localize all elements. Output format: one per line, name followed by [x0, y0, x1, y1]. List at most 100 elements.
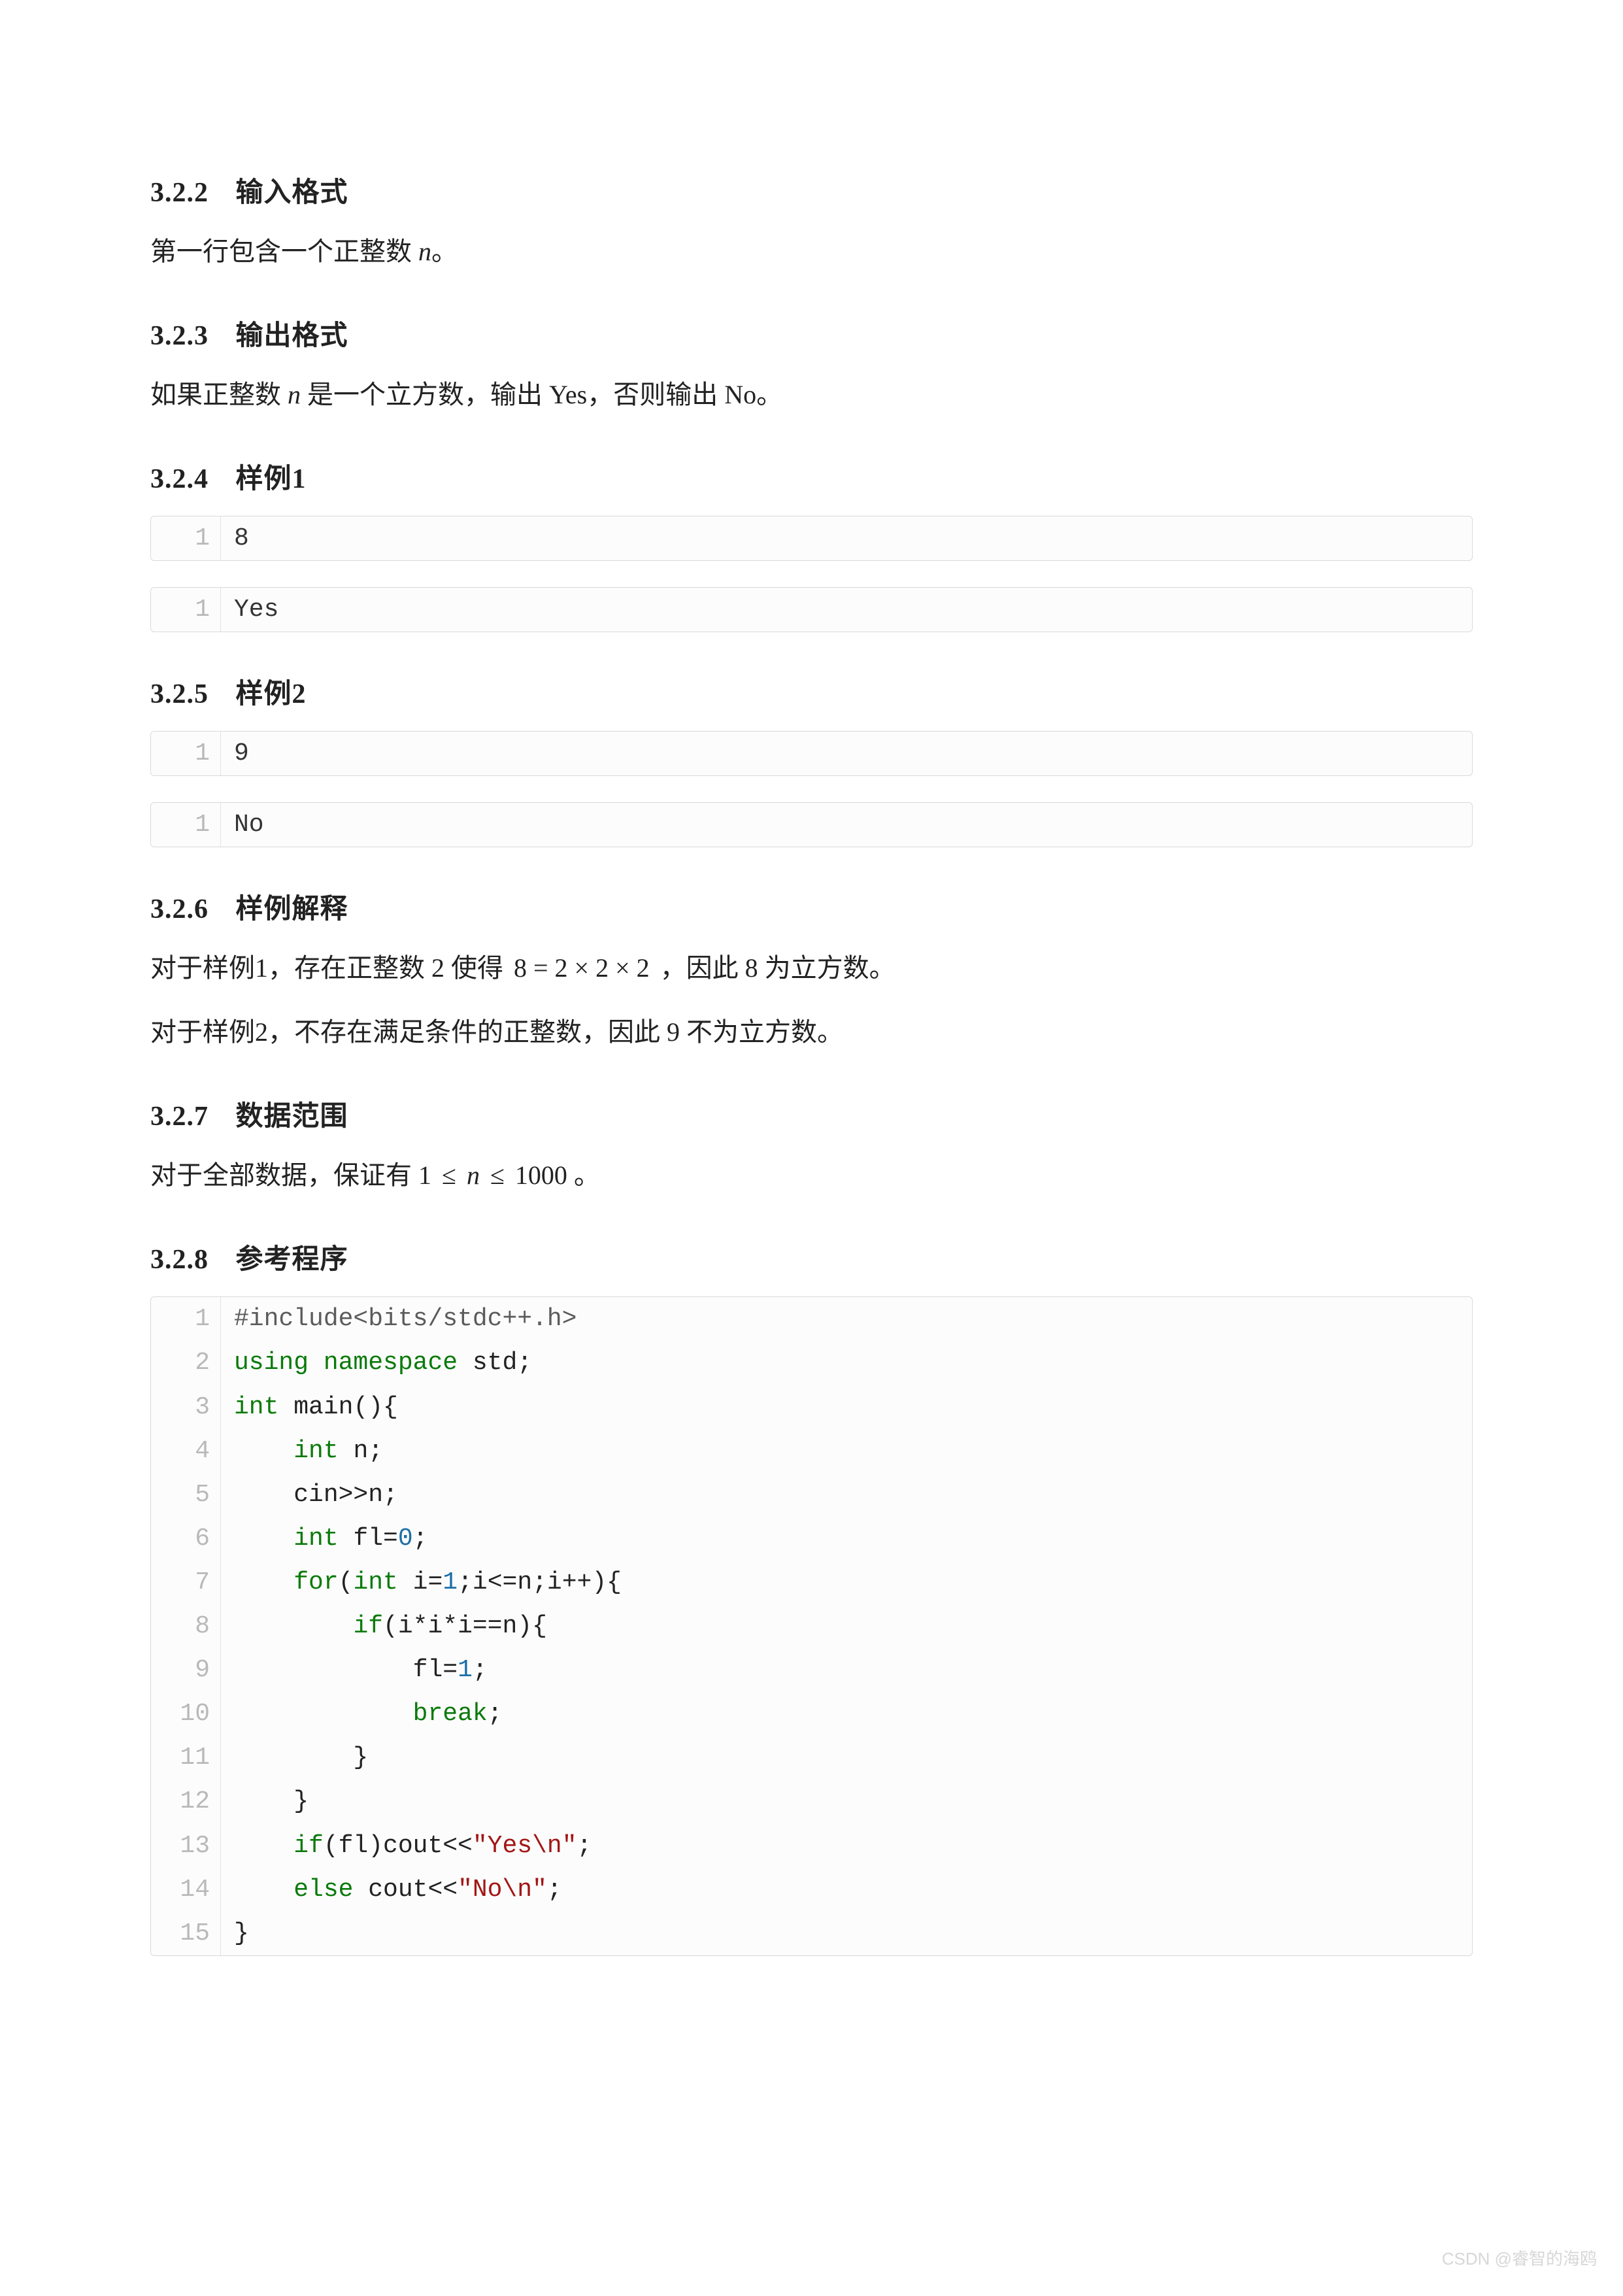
line-number: 8 — [151, 1604, 221, 1648]
line-number: 15 — [151, 1912, 221, 1955]
example1-output-block: 1 Yes — [150, 587, 1473, 632]
token: cout<< — [368, 1876, 458, 1904]
token: ; — [517, 1349, 532, 1377]
code-text: int n; — [221, 1429, 396, 1473]
token: else — [293, 1876, 368, 1904]
heading-number: 3.2.2 — [150, 178, 209, 208]
code-row: 14 else cout<<"No\n"; — [151, 1868, 1472, 1912]
line-number: 2 — [151, 1341, 221, 1385]
token: int — [293, 1437, 353, 1465]
token: ; — [577, 1832, 592, 1860]
code-text: 9 — [221, 732, 262, 775]
token: "No\n" — [458, 1876, 547, 1904]
code-row: 13 if(fl)cout<<"Yes\n"; — [151, 1824, 1472, 1868]
code-text: if(i*i*i==n){ — [221, 1604, 560, 1648]
paragraph-explanation-2: 对于样例2，不存在满足条件的正整数，因此 9 不为立方数。 — [150, 1010, 1473, 1055]
reference-program-block: 1#include<bits/stdc++.h>2using namespace… — [150, 1296, 1473, 1955]
line-number: 5 — [151, 1473, 221, 1517]
code-row: 8 if(i*i*i==n){ — [151, 1604, 1472, 1648]
token: ; — [473, 1656, 488, 1684]
heading-number: 3.2.6 — [150, 894, 209, 924]
token: = — [427, 1568, 443, 1596]
line-number: 9 — [151, 1648, 221, 1692]
code-text: } — [221, 1736, 381, 1780]
code-text: int fl=0; — [221, 1517, 441, 1561]
token: = — [383, 1525, 398, 1553]
example2-input-block: 1 9 — [150, 731, 1473, 776]
watermark: CSDN @睿智的海鸥 — [1442, 2246, 1597, 2270]
token — [234, 1525, 293, 1553]
code-text: if(fl)cout<<"Yes\n"; — [221, 1824, 605, 1868]
line-number: 1 — [151, 516, 221, 560]
line-number: 14 — [151, 1868, 221, 1912]
text-fragment: 对于样例1，存在正整数 2 使得 — [150, 953, 510, 983]
code-text: #include<bits/stdc++.h> — [221, 1297, 590, 1341]
code-row: 6 int fl=0; — [151, 1517, 1472, 1561]
code-row: 4 int n; — [151, 1429, 1472, 1473]
token: ; — [488, 1700, 503, 1728]
text-fragment: 是一个立方数，输出 Yes，否则输出 No。 — [301, 380, 782, 409]
text-fragment: ，因此 8 为立方数。 — [660, 953, 895, 983]
heading-3-2-8: 3.2.8 参考程序 — [150, 1237, 1473, 1277]
token: int — [234, 1393, 293, 1421]
line-number: 11 — [151, 1736, 221, 1780]
line-number: 1 — [151, 588, 221, 632]
heading-title: 输出格式 — [236, 321, 348, 351]
token: for — [293, 1568, 338, 1596]
heading-title: 样例解释 — [236, 894, 348, 924]
token — [234, 1612, 353, 1640]
heading-3-2-2: 3.2.2 输入格式 — [150, 170, 1473, 210]
code-row: 3int main(){ — [151, 1385, 1472, 1429]
code-row: 1 No — [151, 803, 1472, 847]
token: } — [234, 1919, 249, 1948]
token: namespace — [324, 1349, 473, 1377]
token: int — [293, 1525, 353, 1553]
line-number: 6 — [151, 1517, 221, 1561]
code-row: 10 break; — [151, 1692, 1472, 1736]
heading-3-2-5: 3.2.5 样例2 — [150, 671, 1473, 711]
token: std — [473, 1349, 517, 1377]
code-text: int main(){ — [221, 1385, 411, 1429]
heading-3-2-3: 3.2.3 输出格式 — [150, 313, 1473, 353]
token — [234, 1832, 293, 1860]
code-text: Yes — [221, 588, 292, 632]
token: fl — [353, 1525, 383, 1553]
math-expression: 1 ≤ n ≤ 1000 — [418, 1160, 567, 1190]
code-text: } — [221, 1912, 262, 1955]
text-fragment: 对于全部数据，保证有 — [150, 1160, 418, 1190]
paragraph-explanation-1: 对于样例1，存在正整数 2 使得 8 = 2 × 2 × 2 ，因此 8 为立方… — [150, 946, 1473, 990]
line-number: 10 — [151, 1692, 221, 1736]
example1-input-block: 1 8 — [150, 516, 1473, 561]
token: i — [413, 1568, 428, 1596]
token: (){ — [353, 1393, 397, 1421]
token: } — [234, 1744, 368, 1772]
line-number: 1 — [151, 732, 221, 775]
heading-3-2-4: 3.2.4 样例1 — [150, 456, 1473, 496]
heading-title: 样例2 — [236, 679, 307, 709]
paragraph-input-format: 第一行包含一个正整数 n。 — [150, 229, 1473, 274]
text-fragment: 如果正整数 — [150, 380, 288, 409]
heading-3-2-7: 3.2.7 数据范围 — [150, 1094, 1473, 1134]
code-row: 1 #include<bits/stdc++.h> — [151, 1297, 1472, 1341]
line-number: 3 — [151, 1385, 221, 1429]
line-number: 1 — [151, 1297, 221, 1341]
token: 1 — [458, 1656, 473, 1684]
code-row: 9 fl=1; — [151, 1648, 1472, 1692]
math-expression: 8 = 2 × 2 × 2 — [510, 953, 654, 983]
token: fl= — [234, 1656, 458, 1684]
token: ; — [368, 1437, 383, 1465]
line-number: 1 — [151, 803, 221, 847]
text-fragment: 第一行包含一个正整数 — [150, 237, 418, 266]
math-var-n: n — [418, 237, 431, 266]
token: #include<bits/stdc++.h> — [234, 1305, 577, 1333]
line-number: 7 — [151, 1561, 221, 1604]
token: break — [413, 1700, 488, 1728]
token: "Yes\n" — [473, 1832, 577, 1860]
paragraph-output-format: 如果正整数 n 是一个立方数，输出 Yes，否则输出 No。 — [150, 373, 1473, 417]
text-fragment: 。 — [431, 237, 458, 266]
heading-number: 3.2.4 — [150, 464, 209, 494]
token — [234, 1700, 413, 1728]
token: } — [234, 1787, 309, 1815]
token: main — [293, 1393, 353, 1421]
token: n — [353, 1437, 368, 1465]
